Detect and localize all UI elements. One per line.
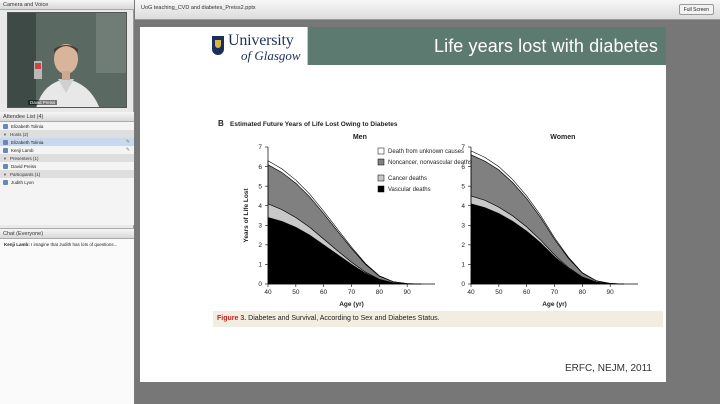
chat-pod: Chat (Everyone) Kenji Lamb: I imagine th… [0,228,134,404]
attendee-pod-title: Attendee List [3,114,36,120]
attendee-row[interactable]: David Preiss [0,162,134,170]
x-axis-label: Age (yr) [339,301,364,308]
legend-swatch [377,158,385,166]
host-icon [3,139,8,145]
x-tick-label: 60 [320,289,328,296]
y-tick-label: 6 [258,164,262,171]
panel-letter: B [218,119,224,128]
y-tick-label: 0 [258,281,262,288]
slide: University of Glasgow Life years lost wi… [140,27,666,382]
attendee-row[interactable]: Judith Lyon [0,178,134,186]
chart-title: Women [550,134,575,141]
attendee-row[interactable]: Elizabeth Tolinia ✎ [0,138,134,146]
participant-icon [3,179,8,185]
attendee-count: (4) [36,114,44,120]
figure-caption: Figure 3. Diabetes and Survival, Accordi… [213,311,663,327]
y-tick-label: 1 [258,262,262,269]
x-tick-label: 70 [551,289,559,296]
legend-label: Cancer deaths [388,176,427,182]
slide-reference: ERFC, NEJM, 2011 [564,363,652,374]
y-tick-label: 5 [258,183,262,190]
attendee-row[interactable]: Kenji Lamb ✎ [0,146,134,154]
chat-message: Kenji Lamb: I imagine that Judith has lo… [0,239,134,250]
document-name: UoG teaching_CVD and diabetes_Preiss2.pp… [141,5,256,11]
chat-pod-title: Chat [3,231,15,237]
figure-charts: B Estimated Future Years of Life Lost Ow… [218,119,638,308]
y-tick-label: 0 [461,281,465,288]
x-tick-label: 90 [607,289,615,296]
document-title-bar: UoG teaching_CVD and diabetes_Preiss2.pp… [135,0,720,20]
attendee-pod-header: Attendee List (4) [0,112,134,122]
y-tick-label: 4 [258,203,262,210]
caption-label: Figure 3. [217,315,247,322]
x-tick-label: 40 [467,289,475,296]
y-tick-label: 2 [461,242,465,249]
presenter-name-tag: David Preiss [28,100,58,105]
y-tick-label: 4 [461,203,465,210]
chart-women: 0123456740 50 60 70 80 90WomenAge (yr) [461,134,638,308]
y-tick-label: 2 [258,242,262,249]
share-pod: UoG teaching_CVD and diabetes_Preiss2.pp… [135,0,720,404]
legend-swatch [377,185,385,193]
legend-swatch [377,147,385,155]
legend-swatch [377,174,385,182]
x-tick-label: 50 [495,289,503,296]
chart-title: Men [353,134,367,141]
camera-pod: Camera and Voice David Preiss [0,0,134,112]
legend-label: Noncancer, nonvascular deaths [388,160,472,166]
chat-sender: Kenji Lamb: [4,242,30,247]
x-tick-label: 60 [523,289,531,296]
group-participants[interactable]: ▼ Participants (1) [0,170,134,178]
left-panel: Camera and Voice David Preiss Attendee L… [0,0,134,404]
x-tick-label: 80 [376,289,384,296]
full-screen-button[interactable]: Full Screen [678,4,714,15]
y-axis-label: Years of Life Lost [243,188,250,243]
legend-label: Death from unknown causes [388,149,464,155]
chat-scope[interactable]: (Everyone) [16,231,43,237]
caption-text: Diabetes and Survival, According to Sex … [248,315,440,322]
y-tick-label: 1 [461,262,465,269]
chat-pod-header: Chat (Everyone) [0,229,134,239]
chat-text: I imagine that Judith has lots of questi… [31,242,118,247]
chart-legend: Death from unknown causes Noncancer, nonv… [377,147,472,193]
presenter-icon [3,163,8,169]
web-conference-window: Camera and Voice David Preiss Attendee L… [0,0,720,404]
figure-heading: Estimated Future Years of Life Lost Owin… [230,121,398,128]
attendee-current-user[interactable]: Elizabeth Tolinia [0,122,134,130]
x-tick-label: 70 [348,289,356,296]
collapse-triangle-icon[interactable]: ▼ [3,132,7,137]
x-tick-label: 50 [292,289,300,296]
camera-pod-header: Camera and Voice [0,0,134,10]
camera-video: David Preiss [7,12,127,108]
group-presenters[interactable]: ▼ Presenters (1) [0,154,134,162]
collapse-triangle-icon[interactable]: ▼ [3,156,7,161]
camera-pod-title: Camera and Voice [3,2,49,8]
y-tick-label: 7 [258,144,262,151]
x-tick-label: 80 [579,289,587,296]
presenter-video-image [8,13,126,107]
y-tick-label: 3 [461,222,465,229]
x-tick-label: 90 [404,289,412,296]
y-tick-label: 5 [461,183,465,190]
y-tick-label: 3 [258,222,262,229]
x-axis-label: Age (yr) [542,301,567,308]
group-hosts[interactable]: ▼ Hosts (2) [0,130,134,138]
microphone-icon: ✎ [125,139,130,145]
attendee-pod: Attendee List (4) Elizabeth Tolinia ▼ Ho… [0,112,134,225]
host-icon [3,147,8,153]
user-icon [3,123,8,129]
legend-label: Vascular deaths [388,187,431,193]
microphone-icon: ✎ [125,147,130,153]
collapse-triangle-icon[interactable]: ▼ [3,172,7,177]
x-tick-label: 40 [264,289,272,296]
